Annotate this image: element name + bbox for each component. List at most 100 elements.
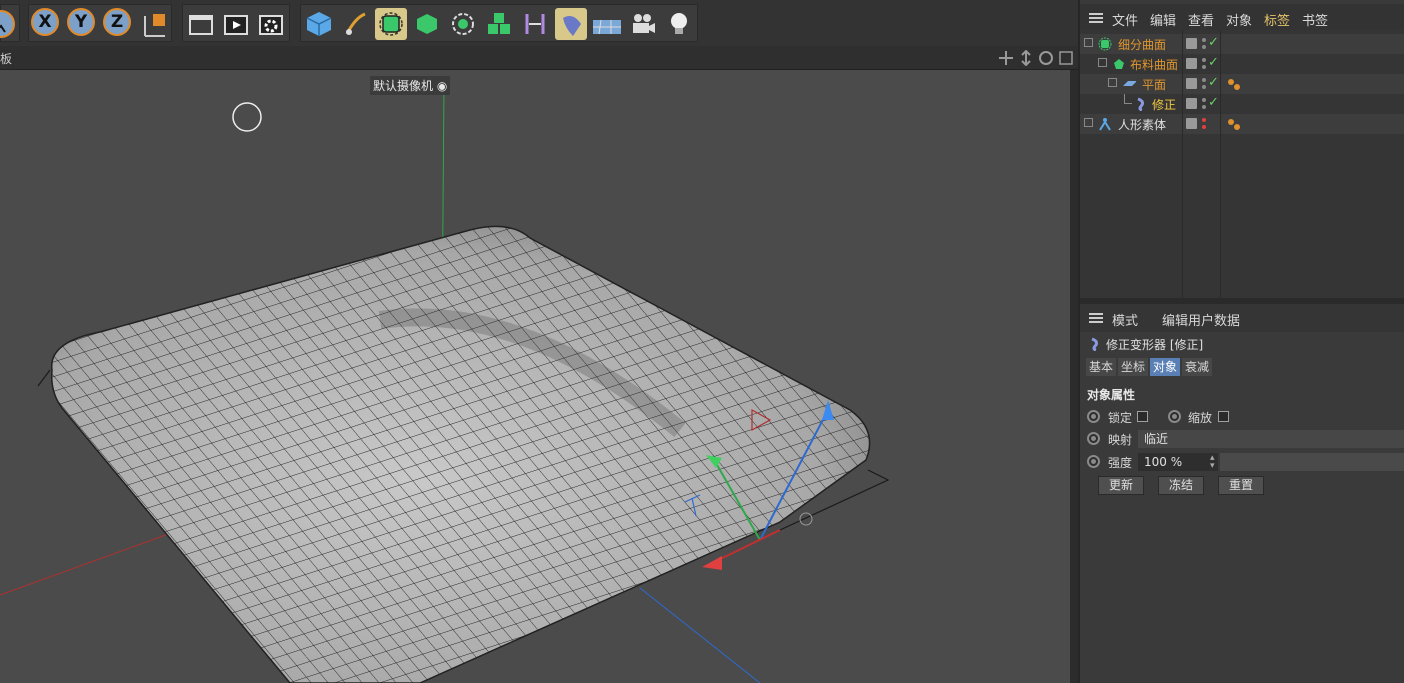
object-manager-menubar: 文件 编辑 查看 对象 标签 书签 — [1080, 4, 1404, 32]
visibility-dots-icon[interactable] — [1202, 117, 1206, 131]
move-tool-icon[interactable] — [0, 8, 17, 40]
cloth-tag-icon[interactable] — [1226, 77, 1240, 91]
menu-tags[interactable]: 标签 — [1264, 10, 1290, 29]
default-camera-label: 默认摄像机 ◉ — [370, 76, 451, 95]
strength-input[interactable]: 100 % — [1138, 453, 1218, 471]
deformer-button[interactable] — [555, 8, 587, 40]
column-divider — [1220, 30, 1221, 298]
viewport-menu-label[interactable]: 板 — [0, 50, 12, 67]
right-panel: 文件 编辑 查看 对象 标签 书签 细分曲面 ✓ 布料曲面 ✓ 平面 ✓ 修正 … — [1078, 0, 1404, 683]
visibility-dots-icon[interactable] — [1202, 97, 1206, 111]
object-row-subdivision[interactable]: 细分曲面 ✓ — [1080, 34, 1404, 54]
menu-file[interactable]: 文件 — [1112, 10, 1138, 29]
reset-button[interactable]: 重置 — [1218, 476, 1264, 495]
menu-edit[interactable]: 编辑 — [1162, 310, 1188, 329]
menu-mode[interactable]: 模式 — [1112, 310, 1138, 329]
editor-visibility-icon[interactable] — [1186, 98, 1197, 109]
object-name: 布料曲面 — [1130, 58, 1179, 72]
mapping-dropdown[interactable]: 临近 — [1138, 430, 1404, 448]
coordinate-system-icon[interactable] — [139, 8, 171, 40]
collapse-icon[interactable] — [1084, 38, 1093, 47]
tab-basic[interactable]: 基本 — [1086, 358, 1117, 376]
camera-icon[interactable] — [627, 8, 659, 40]
attribute-manager: 模式 编辑 用户数据 修正变形器 [修正] 基本 坐标 对象 衰减 对象属性 锁… — [1080, 304, 1404, 683]
object-row-correction[interactable]: 修正 ✓ — [1080, 94, 1404, 114]
mograph-cloner-icon[interactable] — [447, 8, 479, 40]
cursor-circle-icon — [232, 102, 262, 132]
axis-x-button[interactable]: X — [31, 8, 63, 40]
subdivision-surface-button[interactable] — [375, 8, 407, 40]
toolbar-group-objects — [300, 4, 698, 42]
lock-animate-radio[interactable] — [1087, 410, 1100, 423]
tree-branch — [1124, 94, 1132, 104]
pen-spline-icon[interactable] — [339, 8, 371, 40]
bend-deformer-icon[interactable] — [519, 8, 551, 40]
tab-object[interactable]: 对象 — [1150, 358, 1181, 376]
collapse-icon[interactable] — [1084, 118, 1093, 127]
zoom-icon[interactable] — [1021, 50, 1031, 66]
menu-hamburger-icon[interactable] — [1089, 13, 1103, 23]
update-button[interactable]: 更新 — [1098, 476, 1144, 495]
tab-coordinates[interactable]: 坐标 — [1118, 358, 1149, 376]
strength-slider[interactable] — [1220, 453, 1404, 471]
collapse-icon[interactable] — [1098, 58, 1107, 67]
lock-label: 锁定 — [1108, 411, 1133, 425]
menu-hamburger-icon[interactable] — [1089, 313, 1103, 323]
editor-visibility-icon[interactable] — [1186, 78, 1197, 89]
viewport-scrollbar[interactable] — [1070, 70, 1078, 683]
menu-edit[interactable]: 编辑 — [1150, 10, 1176, 29]
menu-objects[interactable]: 对象 — [1226, 10, 1252, 29]
visibility-dots-icon[interactable] — [1202, 57, 1206, 71]
menu-view[interactable]: 查看 — [1188, 10, 1214, 29]
tab-falloff[interactable]: 衰减 — [1182, 358, 1213, 376]
correction-deformer-icon — [1091, 337, 1098, 352]
render-picture-viewer-icon[interactable] — [220, 8, 252, 40]
viewport-scene — [0, 81, 890, 683]
editor-visibility-icon[interactable] — [1186, 38, 1197, 49]
light-icon[interactable] — [663, 8, 695, 40]
freeze-button[interactable]: 冻结 — [1158, 476, 1204, 495]
object-row-plane[interactable]: 平面 ✓ — [1080, 74, 1404, 94]
column-divider — [1182, 30, 1183, 298]
axis-z-button[interactable]: Z — [103, 8, 135, 40]
rotate-icon[interactable] — [1039, 51, 1053, 65]
object-row-cloth[interactable]: 布料曲面 ✓ — [1080, 54, 1404, 74]
enabled-check-icon[interactable]: ✓ — [1208, 75, 1219, 90]
collapse-icon[interactable] — [1108, 78, 1117, 87]
collider-tag-icon[interactable] — [1226, 117, 1240, 131]
strength-stepper-icon[interactable]: ▴ ▾ — [1210, 454, 1215, 471]
z-axis-icon: Z — [103, 8, 131, 36]
scale-checkbox[interactable] — [1218, 411, 1229, 422]
viewport-menubar: 板 — [0, 46, 1078, 70]
menu-user-data[interactable]: 用户数据 — [1188, 310, 1240, 329]
menu-bookmarks[interactable]: 书签 — [1302, 10, 1328, 29]
world-z-axis-line — [639, 587, 761, 683]
array-icon[interactable] — [411, 8, 443, 40]
scale-animate-radio[interactable] — [1168, 410, 1181, 423]
render-settings-icon[interactable] — [255, 8, 287, 40]
pan-icon[interactable] — [999, 51, 1013, 65]
visibility-dots-icon[interactable] — [1202, 37, 1206, 51]
pillow-mesh[interactable] — [50, 225, 871, 683]
editor-visibility-icon[interactable] — [1186, 58, 1197, 69]
enabled-check-icon[interactable]: ✓ — [1208, 55, 1219, 70]
editor-visibility-icon[interactable] — [1186, 118, 1197, 129]
y-axis-icon: Y — [67, 8, 95, 36]
lock-checkbox[interactable] — [1137, 411, 1148, 422]
mapping-label: 映射 — [1108, 433, 1133, 447]
render-view-icon[interactable] — [185, 8, 217, 40]
cloner-cubes-icon[interactable] — [483, 8, 515, 40]
enabled-check-icon[interactable]: ✓ — [1208, 95, 1219, 110]
cube-icon[interactable] — [303, 8, 335, 40]
strength-animate-radio[interactable] — [1087, 455, 1100, 468]
object-row-figure[interactable]: 人形素体 — [1080, 114, 1404, 134]
enabled-check-icon[interactable]: ✓ — [1208, 35, 1219, 50]
world-x-axis-line — [0, 527, 186, 596]
toolbar-group-render — [182, 4, 290, 42]
axis-y-button[interactable]: Y — [67, 8, 99, 40]
mapping-animate-radio[interactable] — [1087, 432, 1100, 445]
floor-icon[interactable] — [591, 8, 623, 40]
perspective-viewport[interactable]: 默认摄像机 ◉ — [0, 70, 1070, 683]
visibility-dots-icon[interactable] — [1202, 77, 1206, 91]
maximize-icon[interactable] — [1059, 51, 1073, 65]
